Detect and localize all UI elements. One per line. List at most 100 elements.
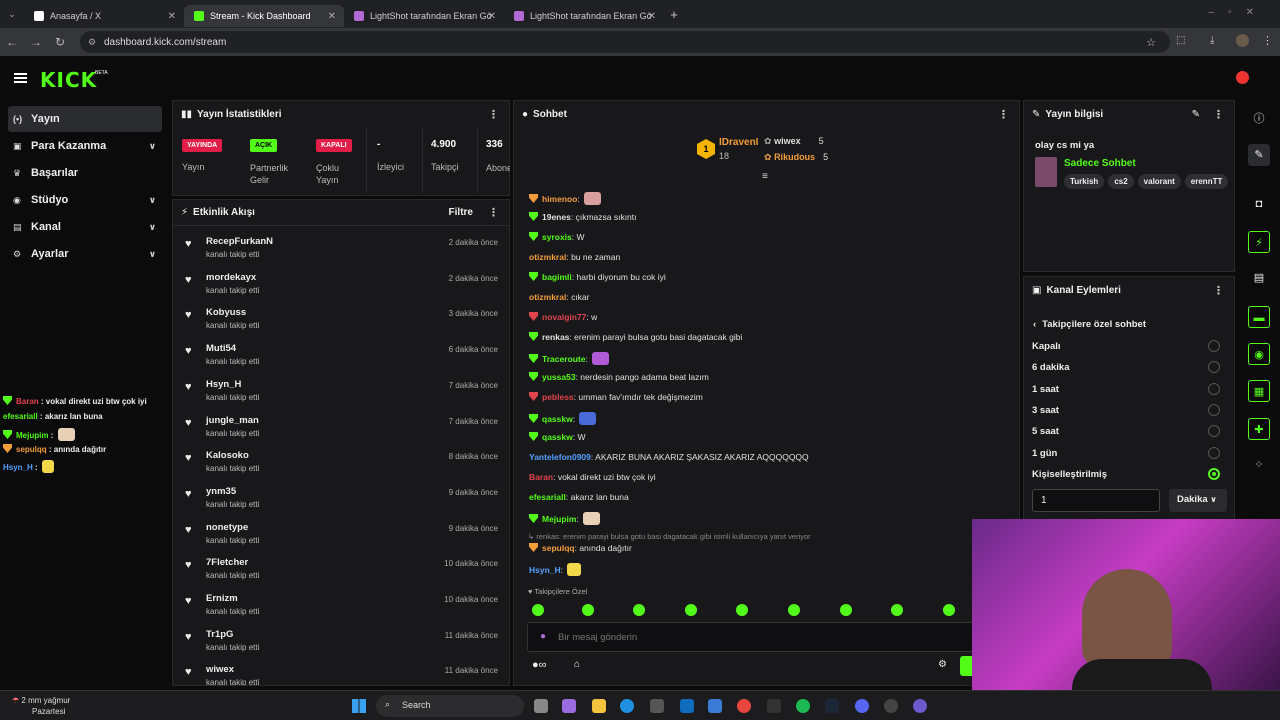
- filter-button[interactable]: Filtre: [449, 207, 473, 218]
- chat-username[interactable]: Baran: [529, 472, 553, 482]
- duration-option-label[interactable]: Kişiselleştirilmiş: [1032, 469, 1107, 480]
- sidebar-item-basarilar[interactable]: ♛ Başarılar: [8, 160, 162, 186]
- more-options-icon[interactable]: ⋮: [488, 108, 499, 121]
- crop-icon[interactable]: ◘: [1248, 193, 1270, 215]
- hamburger-menu-icon[interactable]: [14, 73, 27, 83]
- follower-name[interactable]: Kalosoko: [206, 450, 249, 461]
- duration-input[interactable]: 1: [1032, 489, 1160, 512]
- address-bar[interactable]: ⚙ dashboard.kick.com/stream ☆: [80, 31, 1170, 53]
- sidebar-item-studyo[interactable]: ◉ Stüdyo ∨: [8, 187, 162, 213]
- chat-username[interactable]: Yantelefon0909: [529, 452, 591, 462]
- feed-row[interactable]: ♥ ynm35 kanalı takip etti 9 dakika önce: [173, 480, 508, 516]
- leader-name[interactable]: IDravenI: [719, 137, 758, 148]
- duration-option-label[interactable]: 6 dakika: [1032, 362, 1070, 373]
- feed-row[interactable]: ♥ Kalosoko kanalı takip etti 8 dakika önce: [173, 444, 508, 480]
- spotify-icon[interactable]: [796, 699, 810, 713]
- site-info-icon[interactable]: ⚙: [88, 37, 96, 48]
- chat-username[interactable]: renkas: [542, 332, 569, 342]
- feed-row[interactable]: ♥ Tr1pG kanalı takip etti 11 dakika önce: [173, 623, 508, 659]
- emote-8[interactable]: [891, 604, 903, 616]
- close-icon[interactable]: ✕: [488, 11, 496, 22]
- chat-message-input[interactable]: [558, 628, 938, 646]
- app-icon[interactable]: [708, 699, 722, 713]
- tag[interactable]: Turkish: [1064, 174, 1105, 189]
- broadcast-icon[interactable]: ◉: [1248, 343, 1270, 365]
- profile-avatar[interactable]: [1236, 34, 1249, 47]
- sidebar-item-yayin[interactable]: (•) Yayın: [8, 106, 162, 132]
- unit-select[interactable]: Dakika ∨: [1169, 489, 1227, 512]
- discord-icon[interactable]: [855, 699, 869, 713]
- duration-radio[interactable]: [1208, 403, 1220, 416]
- chat-username[interactable]: bagimli: [542, 272, 572, 282]
- feed-row[interactable]: ♥ mordekayx kanalı takip etti 2 dakika önce: [173, 266, 508, 302]
- file-explorer-icon[interactable]: [592, 699, 606, 713]
- chat-username[interactable]: otizmkral: [529, 292, 566, 302]
- emote-9[interactable]: [943, 604, 955, 616]
- follower-name[interactable]: Muti54: [206, 343, 236, 354]
- task-view-icon[interactable]: [534, 699, 548, 713]
- close-icon[interactable]: ✕: [168, 11, 176, 22]
- menu-icon[interactable]: ⋮: [1262, 34, 1273, 47]
- emote-6[interactable]: [788, 604, 800, 616]
- sidebar-item-ayarlar[interactable]: ⚙ Ayarlar ∨: [8, 241, 162, 267]
- follower-name[interactable]: Tr1pG: [206, 629, 233, 640]
- feed-row[interactable]: ♥ wiwex kanalı takip etti 11 dakika önce: [173, 658, 508, 685]
- edit-icon[interactable]: ✎: [1248, 144, 1270, 166]
- chat-input-box[interactable]: ●: [527, 622, 977, 652]
- emote-7[interactable]: [840, 604, 852, 616]
- feed-row[interactable]: ♥ Muti54 kanalı takip etti 6 dakika önce: [173, 337, 508, 373]
- feed-row[interactable]: ♥ jungle_man kanalı takip etti 7 dakika önc…: [173, 409, 508, 445]
- duration-option-label[interactable]: Kapalı: [1032, 341, 1061, 352]
- emote-4[interactable]: [685, 604, 697, 616]
- app-icon[interactable]: [767, 699, 781, 713]
- back-subsection[interactable]: ‹ Takipçilere özel sohbet: [1033, 319, 1146, 330]
- new-tab-button[interactable]: +: [664, 7, 684, 22]
- chat-icon[interactable]: ▬: [1248, 306, 1270, 328]
- forward-icon[interactable]: →: [24, 35, 48, 49]
- follower-name[interactable]: mordekayx: [206, 272, 256, 283]
- tag[interactable]: erennTT: [1184, 174, 1229, 189]
- tab-lightshot-2[interactable]: LightShot tarafından Ekran Gö ✕: [504, 5, 664, 27]
- sidebar-item-para-kazanma[interactable]: ▣ Para Kazanma ∨: [8, 133, 162, 159]
- chrome-icon[interactable]: [737, 699, 751, 713]
- feed-row[interactable]: ♥ 7Fletcher kanalı takip etti 10 dakika önc…: [173, 551, 508, 587]
- chat-username[interactable]: efesariall: [529, 492, 566, 502]
- back-icon[interactable]: ←: [0, 35, 24, 49]
- edge-icon[interactable]: [620, 699, 634, 713]
- tag[interactable]: cs2: [1108, 174, 1134, 189]
- chat-username[interactable]: novalgin77: [542, 312, 586, 322]
- chat-username[interactable]: qasskw: [542, 414, 573, 424]
- follower-name[interactable]: wiwex: [206, 664, 234, 675]
- tab-x[interactable]: Anasayfa / X ✕: [24, 5, 184, 27]
- user-avatar[interactable]: [1236, 71, 1249, 84]
- tag[interactable]: valorant: [1137, 174, 1181, 189]
- feed-row[interactable]: ♥ nonetype kanalı takip etti 9 dakika önce: [173, 516, 508, 552]
- outlook-icon[interactable]: [680, 699, 694, 713]
- follower-name[interactable]: Ernizm: [206, 593, 238, 604]
- chat-username[interactable]: syroxis: [542, 232, 572, 242]
- layout-icon[interactable]: ▦: [1248, 380, 1270, 402]
- feed-row[interactable]: ♥ Ernizm kanalı takip etti 10 dakika önce: [173, 587, 508, 623]
- follower-name[interactable]: Kobyuss: [206, 307, 246, 318]
- copilot-icon[interactable]: [562, 699, 576, 713]
- duration-radio[interactable]: [1208, 361, 1220, 374]
- chat-username[interactable]: 19enes: [542, 212, 571, 222]
- follower-name[interactable]: jungle_man: [206, 415, 259, 426]
- chat-username[interactable]: qasskw: [542, 432, 573, 442]
- tab-kick-dashboard[interactable]: Stream - Kick Dashboard ✕: [184, 5, 344, 27]
- more-options-icon[interactable]: ⋮: [998, 108, 1009, 121]
- kick-logo[interactable]: KICK: [40, 68, 97, 92]
- tab-search-icon[interactable]: ⌄: [0, 9, 24, 20]
- weather-widget[interactable]: ☂ 2 mm yağmur Pazartesi: [12, 695, 70, 717]
- follower-name[interactable]: RecepFurkanN: [206, 236, 273, 247]
- duration-option-label[interactable]: 1 saat: [1032, 384, 1059, 395]
- microphone-icon[interactable]: ●: [540, 631, 546, 642]
- chat-username[interactable]: otizmkral: [529, 252, 566, 262]
- info-icon[interactable]: ⓘ: [1248, 108, 1270, 130]
- feed-row[interactable]: ♥ Hsyn_H kanalı takip etti 7 dakika önce: [173, 373, 508, 409]
- sidebar-item-kanal[interactable]: ▤ Kanal ∨: [8, 214, 162, 240]
- chat-username[interactable]: pebless: [542, 392, 574, 402]
- lightning-icon[interactable]: ⚡: [1248, 231, 1270, 253]
- tab-lightshot-1[interactable]: LightShot tarafından Ekran Gö ✕: [344, 5, 504, 27]
- expand-leaders-icon[interactable]: ≡: [762, 171, 768, 182]
